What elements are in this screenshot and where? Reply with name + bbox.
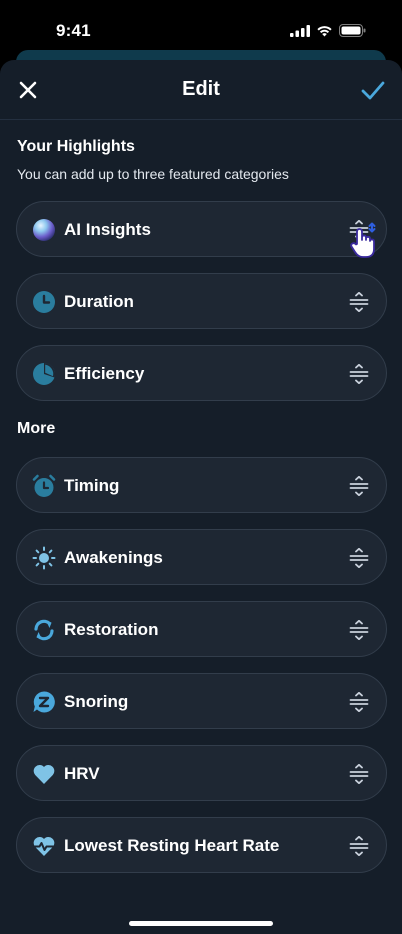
more-row-timing[interactable]: Timing (16, 457, 387, 513)
checkmark-icon (361, 81, 385, 100)
drag-handle-icon[interactable] (349, 692, 369, 712)
highlight-row-efficiency[interactable]: Efficiency (16, 345, 387, 401)
row-label: HRV (64, 764, 100, 783)
refresh-icon (34, 619, 54, 641)
drag-handle-icon[interactable] (349, 620, 369, 640)
snore-bubble-icon (33, 691, 55, 713)
drag-handle-icon[interactable] (349, 364, 369, 384)
confirm-button[interactable] (360, 78, 386, 102)
hand-pointer-icon (350, 222, 376, 258)
more-title: More (17, 420, 56, 437)
more-row-snoring[interactable]: Snoring (16, 673, 387, 729)
row-label: Timing (64, 476, 120, 495)
more-row-restoration[interactable]: Restoration (16, 601, 387, 657)
drag-handle-icon[interactable] (349, 292, 369, 312)
home-indicator[interactable] (129, 921, 273, 926)
page-title: Edit (182, 78, 220, 100)
pie-chart-icon (33, 362, 56, 385)
row-label: Restoration (64, 620, 159, 639)
ai-orb-icon (33, 219, 55, 241)
drag-handle-icon[interactable] (349, 836, 369, 856)
highlight-row-duration[interactable]: Duration (16, 273, 387, 329)
highlight-row-ai-insights[interactable]: AI Insights (16, 201, 387, 258)
highlights-subtitle: You can add up to three featured categor… (17, 166, 289, 182)
heart-icon (33, 765, 55, 784)
status-bar: 9:41 (0, 0, 402, 56)
highlights-title: Your Highlights (17, 138, 135, 155)
battery-icon (339, 24, 366, 37)
clock-icon (33, 291, 55, 313)
row-label: Awakenings (64, 548, 163, 567)
row-label: AI Insights (64, 220, 151, 239)
status-time: 9:41 (56, 21, 91, 40)
drag-handle-icon[interactable] (349, 764, 369, 784)
drag-handle-icon[interactable] (349, 476, 369, 496)
edit-sheet: Edit Your Highlights You can add up to t… (0, 60, 402, 934)
heart-pulse-icon (33, 837, 55, 856)
cellular-signal-icon (290, 24, 310, 37)
alarm-clock-icon (32, 474, 56, 497)
more-row-hrv[interactable]: HRV (16, 745, 387, 801)
status-icons (290, 24, 366, 37)
row-label: Duration (64, 292, 134, 311)
wifi-icon (317, 25, 332, 36)
row-label: Lowest Resting Heart Rate (64, 836, 280, 855)
row-label: Snoring (64, 692, 129, 711)
row-label: Efficiency (64, 364, 145, 383)
nav-bar: Edit (0, 60, 402, 120)
more-row-lowest-resting-heart-rate[interactable]: Lowest Resting Heart Rate (16, 817, 387, 873)
drag-handle-icon[interactable] (349, 548, 369, 568)
more-row-awakenings[interactable]: Awakenings (16, 529, 387, 585)
sun-icon (32, 546, 56, 570)
